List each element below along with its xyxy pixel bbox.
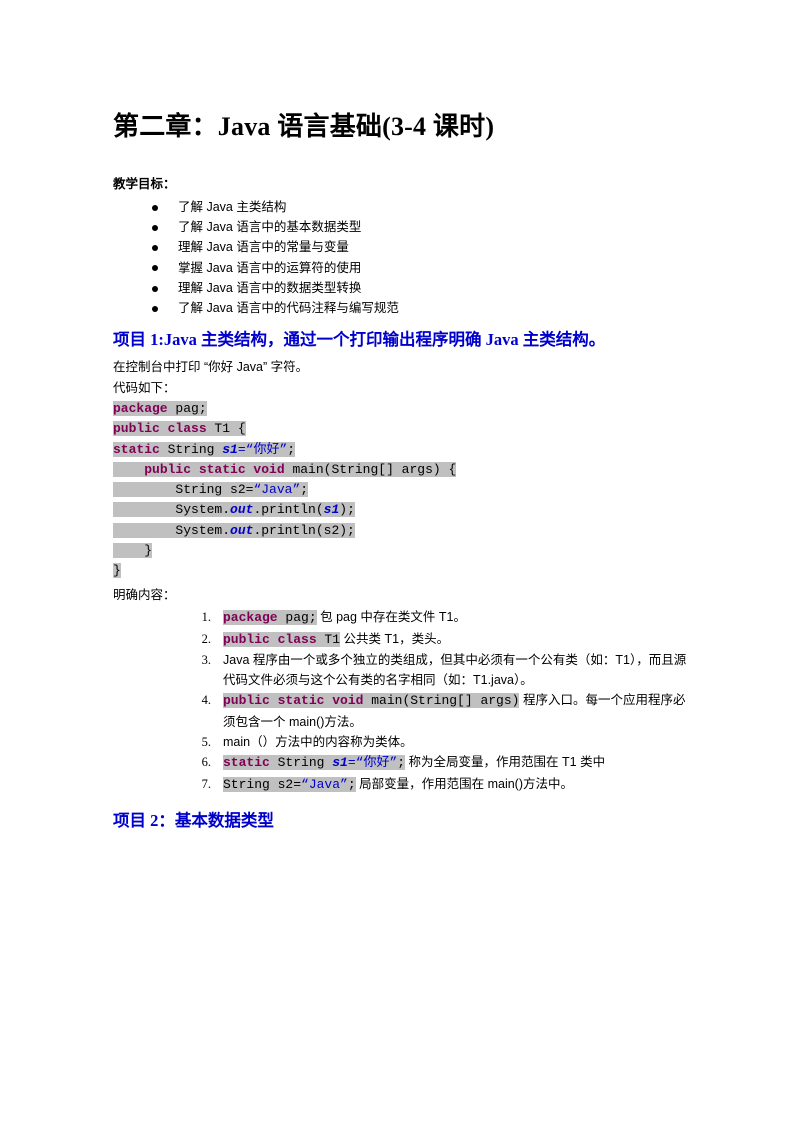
code-text: System. — [175, 502, 231, 518]
list-item: public static void main(String[] args) 程… — [113, 690, 690, 732]
explain-text: 称为全局变量，作用范围在 T1 类中 — [405, 755, 606, 770]
code-string: “Java” — [253, 482, 301, 498]
code-text: String s2= — [175, 482, 254, 498]
code-text: .println( — [253, 502, 324, 518]
explain-text: 包 pag 中存在类文件 T1。 — [316, 609, 466, 624]
explain-text: Java 程序由一个或多个独立的类组成，但其中必须有一个公有类（如：T1），而且… — [223, 653, 687, 688]
list-item: Java 程序由一个或多个独立的类组成，但其中必须有一个公有类（如：T1），而且… — [113, 650, 690, 690]
project-1-heading: 项目 1:Java 主类结构，通过一个打印输出程序明确 Java 主类结构。 — [113, 330, 606, 350]
code-text: ); — [339, 502, 355, 518]
code-variable: s1 — [332, 755, 348, 771]
code-text: pag; — [277, 609, 317, 625]
code-text: String — [159, 441, 223, 457]
code-field: out — [230, 502, 254, 518]
list-item: static String s1=“你好”; 称为全局变量，作用范围在 T1 类… — [113, 752, 690, 774]
code-text: T1 — [316, 631, 341, 647]
page-title: 第二章：Java 语言基础(3-4 课时) — [113, 112, 495, 141]
code-text: String s2= — [223, 777, 302, 793]
code-line: public static void main(String[] args) { — [113, 460, 690, 480]
code-text: String — [269, 755, 333, 771]
code-string: “Java” — [301, 777, 348, 793]
code-text: pag; — [167, 401, 207, 417]
objective-text: 掌握 Java 语言中的运算符的使用 — [178, 260, 362, 275]
code-text: T1 { — [206, 421, 246, 437]
bullet-icon — [152, 245, 158, 252]
code-line: public class T1 { — [113, 419, 690, 439]
code-keyword: public static void — [144, 461, 285, 477]
code-text: main(String[] args) — [363, 693, 520, 709]
project-2-heading: 项目 2：基本数据类型 — [113, 810, 274, 830]
explain-label: 明确内容： — [113, 587, 176, 602]
code-keyword: public class — [223, 631, 317, 647]
list-item: String s2=“Java”; 局部变量，作用范围在 main()方法中。 — [113, 774, 690, 796]
code-line: System.out.println(s1); — [113, 500, 690, 520]
explain-text: 公共类 T1，类头。 — [340, 631, 450, 646]
code-string: =“你好” — [237, 441, 288, 457]
list-item: public class T1 公共类 T1，类头。 — [113, 629, 690, 651]
code-text: ; — [287, 441, 296, 457]
intro-line-1: 在控制台中打印 “你好 Java” 字符。 — [113, 360, 309, 375]
code-line: package pag; — [113, 399, 690, 419]
code-text: System. — [175, 522, 231, 538]
document-page: 第二章：Java 语言基础(3-4 课时) 教学目标： 了解 Java 主类结构… — [0, 0, 794, 1123]
code-string: =“你好” — [347, 755, 398, 771]
code-text: ; — [300, 482, 309, 498]
code-keyword: package — [113, 401, 168, 417]
code-variable: s1 — [222, 441, 238, 457]
bullet-icon — [152, 305, 158, 312]
code-keyword: static — [113, 441, 160, 457]
objective-text: 理解 Java 语言中的常量与变量 — [178, 240, 349, 255]
code-line: System.out.println(s2); — [113, 521, 690, 541]
objective-text: 了解 Java 主类结构 — [178, 199, 287, 214]
bullet-icon — [152, 285, 158, 292]
code-text: .println(s2); — [253, 522, 355, 538]
list-item: package pag; 包 pag 中存在类文件 T1。 — [113, 607, 690, 629]
code-keyword: package — [223, 609, 278, 625]
code-keyword: public class — [113, 421, 207, 437]
explanation-list: package pag; 包 pag 中存在类文件 T1。 public cla… — [113, 607, 690, 796]
code-text: ; — [397, 755, 406, 771]
bullet-icon — [152, 265, 158, 272]
list-item: 了解 Java 语言中的代码注释与编写规范 — [113, 298, 690, 318]
code-variable: s1 — [323, 502, 340, 518]
code-text: } — [113, 542, 153, 558]
code-text: main(String[] args) { — [284, 461, 457, 477]
code-line: } — [113, 561, 690, 581]
list-item: 了解 Java 语言中的基本数据类型 — [113, 217, 690, 237]
list-item: 理解 Java 语言中的常量与变量 — [113, 237, 690, 257]
code-keyword: public static void — [223, 693, 364, 709]
objective-text: 了解 Java 语言中的代码注释与编写规范 — [178, 301, 399, 316]
objectives-list: 了解 Java 主类结构 了解 Java 语言中的基本数据类型 理解 Java … — [113, 197, 690, 319]
list-item: main（）方法中的内容称为类体。 — [113, 732, 690, 752]
code-keyword: static — [223, 755, 270, 771]
code-text: } — [113, 563, 121, 579]
code-field: out — [230, 522, 254, 538]
objective-text: 了解 Java 语言中的基本数据类型 — [178, 220, 362, 235]
code-line: static String s1=“你好”; — [113, 440, 690, 460]
code-line: } — [113, 541, 690, 561]
list-item: 了解 Java 主类结构 — [113, 197, 690, 217]
code-sample: package pag; public class T1 {static Stri… — [113, 399, 690, 581]
code-line: String s2=“Java”; — [113, 480, 690, 500]
objectives-label: 教学目标： — [113, 176, 176, 191]
explain-text: 局部变量，作用范围在 main()方法中。 — [355, 777, 574, 792]
bullet-icon — [152, 204, 158, 211]
intro-line-2: 代码如下： — [113, 380, 176, 395]
bullet-icon — [152, 224, 158, 231]
code-text: ; — [347, 777, 356, 793]
explain-text: main（）方法中的内容称为类体。 — [223, 735, 413, 750]
objective-text: 理解 Java 语言中的数据类型转换 — [178, 280, 362, 295]
list-item: 掌握 Java 语言中的运算符的使用 — [113, 258, 690, 278]
list-item: 理解 Java 语言中的数据类型转换 — [113, 278, 690, 298]
